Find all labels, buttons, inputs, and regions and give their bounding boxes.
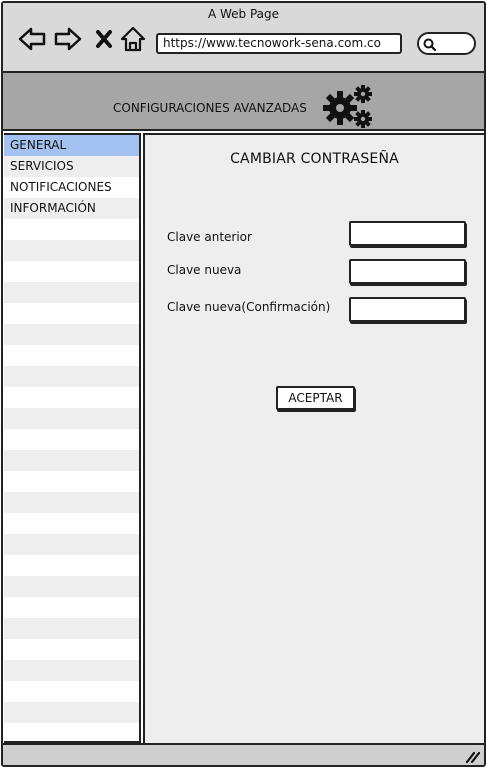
search-input[interactable] xyxy=(417,32,476,55)
search-icon xyxy=(423,38,437,52)
url-input[interactable]: https://www.tecnowork-sena.com.co xyxy=(156,33,402,54)
new-password-input[interactable] xyxy=(349,259,466,284)
sidebar-empty-row xyxy=(4,555,139,576)
sidebar-empty-row xyxy=(4,513,139,534)
confirm-password-input[interactable] xyxy=(349,297,466,322)
sidebar-empty-row xyxy=(4,639,139,660)
sidebar-empty-row xyxy=(4,282,139,303)
sidebar-empty-row xyxy=(4,303,139,324)
new-password-label: Clave nueva xyxy=(167,263,242,277)
main-panel: CAMBIAR CONTRASEÑA Clave anterior Clave … xyxy=(143,133,484,743)
accept-button[interactable]: ACEPTAR xyxy=(276,386,355,410)
sidebar-empty-row xyxy=(4,450,139,471)
sidebar-empty-row xyxy=(4,429,139,450)
sidebar-empty-row xyxy=(4,366,139,387)
sidebar-empty-row xyxy=(4,660,139,681)
status-bar xyxy=(3,743,484,765)
old-password-label: Clave anterior xyxy=(167,230,252,244)
forward-arrow-icon[interactable] xyxy=(53,25,83,53)
page-title: CONFIGURACIONES AVANZADAS xyxy=(113,101,307,115)
sidebar-empty-row xyxy=(4,471,139,492)
old-password-input[interactable] xyxy=(349,221,466,246)
confirm-password-label: Clave nueva(Confirmación) xyxy=(167,300,331,314)
sidebar-empty-row xyxy=(4,387,139,408)
browser-window: A Web Page https://www.tecnowork-sena.co… xyxy=(1,1,486,767)
resize-handle-icon[interactable] xyxy=(464,749,480,763)
sidebar-item-informacion[interactable]: INFORMACIÓN xyxy=(4,198,139,219)
sidebar-item-servicios[interactable]: SERVICIOS xyxy=(4,156,139,177)
sidebar-empty-row xyxy=(4,597,139,618)
sidebar-empty-row xyxy=(4,261,139,282)
back-arrow-icon[interactable] xyxy=(17,25,47,53)
sidebar-empty-row xyxy=(4,618,139,639)
gears-icon xyxy=(323,85,372,128)
close-icon[interactable] xyxy=(93,25,115,53)
sidebar-empty-row xyxy=(4,534,139,555)
sidebar-empty-row xyxy=(4,492,139,513)
sidebar-empty-row xyxy=(4,702,139,723)
browser-chrome: A Web Page https://www.tecnowork-sena.co… xyxy=(3,3,484,73)
sidebar-empty-row xyxy=(4,240,139,261)
sidebar-empty-row xyxy=(4,219,139,240)
page-header: CONFIGURACIONES AVANZADAS xyxy=(3,73,484,131)
sidebar-empty-row xyxy=(4,723,139,741)
form-title: CAMBIAR CONTRASEÑA xyxy=(230,151,399,167)
sidebar: GENERAL SERVICIOS NOTIFICACIONES INFORMA… xyxy=(4,133,141,743)
sidebar-item-notificaciones[interactable]: NOTIFICACIONES xyxy=(4,177,139,198)
sidebar-empty-row xyxy=(4,681,139,702)
window-title: A Web Page xyxy=(207,7,280,21)
sidebar-item-general[interactable]: GENERAL xyxy=(4,135,139,156)
sidebar-empty-row xyxy=(4,324,139,345)
sidebar-empty-row xyxy=(4,576,139,597)
sidebar-empty-row xyxy=(4,345,139,366)
sidebar-empty-row xyxy=(4,408,139,429)
home-icon[interactable] xyxy=(119,25,147,53)
